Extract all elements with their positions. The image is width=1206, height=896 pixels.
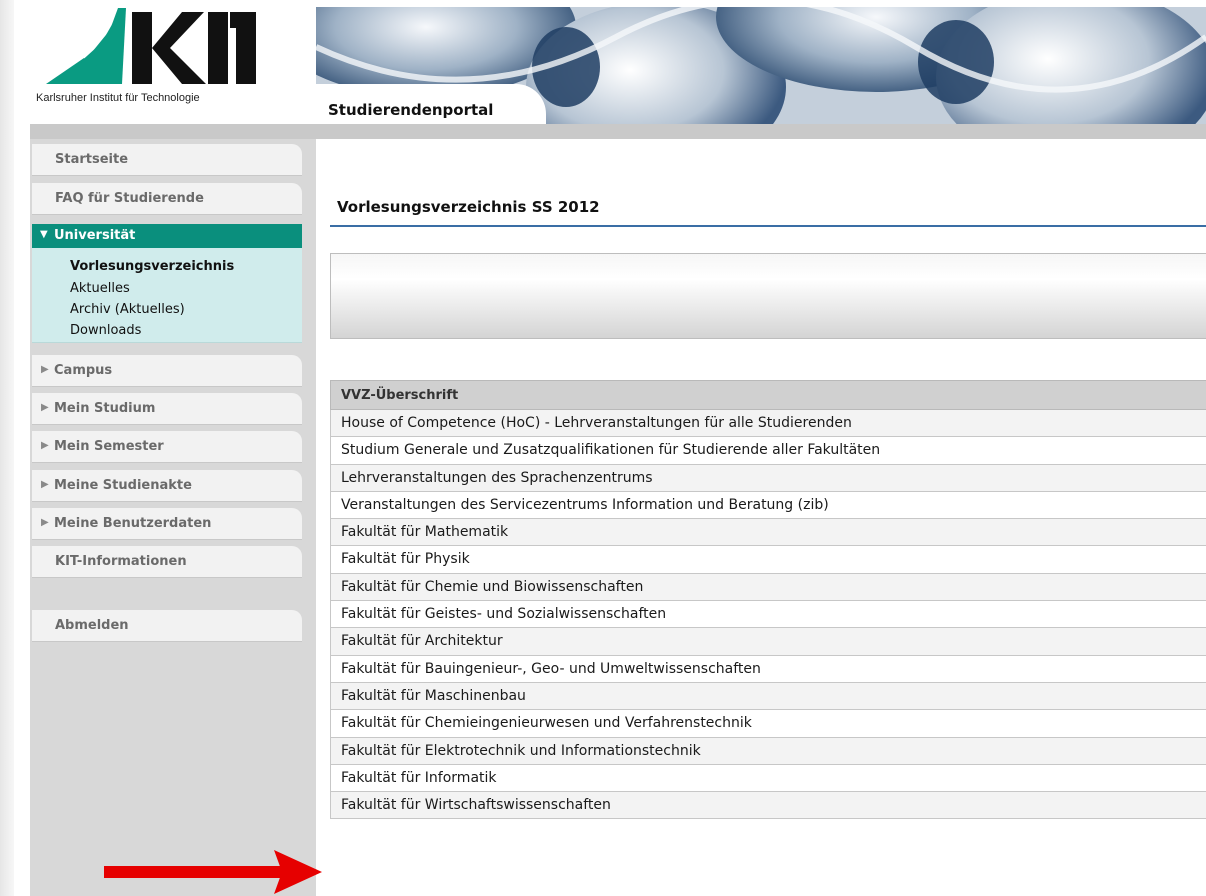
sidebar-section-universitaet[interactable]: ▼ Universität	[32, 224, 302, 248]
table-body: House of Competence (HoC) - Lehrveransta…	[330, 410, 1206, 820]
window-edge	[0, 0, 14, 896]
sidebar-item-label: Abmelden	[55, 618, 129, 633]
sidebar-item-startseite[interactable]: Startseite	[32, 144, 302, 176]
sidebar-section-label: Universität	[54, 228, 136, 243]
sidebar-item-mein-semester[interactable]: ▶ Mein Semester	[32, 431, 302, 463]
sidebar-item-label: Meine Studienakte	[54, 478, 192, 493]
table-cell-text: Studium Generale und Zusatzqualifikation…	[341, 442, 881, 459]
table-row[interactable]: Fakultät für Architektur	[330, 628, 1206, 656]
annotation-arrow-icon	[104, 850, 322, 894]
table-row[interactable]: Veranstaltungen des Servicezentrums Info…	[330, 491, 1206, 520]
table-row[interactable]: House of Competence (HoC) - Lehrveransta…	[330, 410, 1206, 438]
sidebar-subitem-archiv[interactable]: Archiv (Aktuelles)	[70, 302, 185, 317]
table-row[interactable]: Lehrveranstaltungen des Sprachenzentrums	[330, 464, 1206, 492]
table-header[interactable]: VVZ-Überschrift	[330, 380, 1206, 410]
chevron-right-icon: ▶	[41, 517, 49, 528]
table-row[interactable]: Fakultät für Physik	[330, 546, 1206, 574]
sidebar-item-campus[interactable]: ▶ Campus	[32, 355, 302, 387]
table-row[interactable]: Fakultät für Chemieingenieurwesen und Ve…	[330, 710, 1206, 738]
table-row[interactable]: Fakultät für Mathematik	[330, 519, 1206, 547]
sidebar-item-label: Startseite	[55, 152, 129, 167]
sidebar-item-kit-informationen[interactable]: KIT-Informationen	[32, 546, 302, 578]
table-cell-text: Lehrveranstaltungen des Sprachenzentrums	[341, 469, 653, 486]
sidebar-subitem-vorlesungsverzeichnis[interactable]: Vorlesungsverzeichnis	[70, 259, 234, 274]
sidebar-item-mein-studium[interactable]: ▶ Mein Studium	[32, 393, 302, 425]
header-divider	[30, 124, 1206, 139]
sidebar-item-benutzerdaten[interactable]: ▶ Meine Benutzerdaten	[32, 508, 302, 540]
sidebar-item-label: KIT-Informationen	[55, 554, 187, 569]
table-row[interactable]: Studium Generale und Zusatzqualifikation…	[330, 437, 1206, 465]
table-cell-text: Fakultät für Mathematik	[341, 524, 509, 541]
filter-panel	[330, 253, 1206, 339]
table-row[interactable]: Fakultät für Wirtschaftswissenschaften	[330, 792, 1206, 820]
sidebar-item-studienakte[interactable]: ▶ Meine Studienakte	[32, 470, 302, 502]
sidebar: Startseite FAQ für Studierende ▼ Univers…	[30, 139, 316, 896]
table-row[interactable]: Fakultät für Elektrotechnik und Informat…	[330, 737, 1206, 765]
table-cell-text: Veranstaltungen des Servicezentrums Info…	[341, 496, 829, 513]
column-header-vvz: VVZ-Überschrift	[341, 388, 459, 403]
table-row[interactable]: Fakultät für Geistes- und Sozialwissensc…	[330, 601, 1206, 629]
table-cell-text: Fakultät für Informatik	[341, 769, 497, 786]
kit-logo-mark	[46, 8, 256, 84]
chevron-right-icon: ▶	[41, 479, 49, 490]
sidebar-item-label: Campus	[54, 363, 113, 378]
table-cell-text: Fakultät für Elektrotechnik und Informat…	[341, 742, 701, 759]
table-cell-text: House of Competence (HoC) - Lehrveransta…	[341, 415, 852, 431]
table-cell-text: Fakultät für Chemieingenieurwesen und Ve…	[341, 715, 752, 732]
sidebar-item-faq[interactable]: FAQ für Studierende	[32, 183, 302, 215]
table-cell-text: Fakultät für Bauingenieur-, Geo- und Umw…	[341, 660, 761, 677]
chevron-right-icon: ▶	[41, 402, 49, 413]
logo-subtitle: Karlsruher Institut für Technologie	[36, 92, 200, 104]
table-cell-text: Fakultät für Maschinenbau	[341, 687, 526, 704]
table-cell-text: Fakultät für Geistes- und Sozialwissensc…	[341, 606, 667, 623]
table-cell-text: Fakultät für Architektur	[341, 633, 503, 650]
sidebar-submenu: Vorlesungsverzeichnis Aktuelles Archiv (…	[32, 248, 302, 343]
vvz-table: VVZ-Überschrift House of Competence (HoC…	[330, 380, 1206, 820]
portal-title-tab: Studierendenportal	[316, 84, 546, 124]
chevron-down-icon: ▼	[40, 229, 48, 240]
page-title: Vorlesungsverzeichnis SS 2012	[337, 198, 600, 216]
table-row[interactable]: Fakultät für Informatik	[330, 764, 1206, 793]
sidebar-item-label: Mein Studium	[54, 401, 156, 416]
sidebar-item-label: Mein Semester	[54, 439, 164, 454]
table-cell-text: Fakultät für Wirtschaftswissenschaften	[341, 797, 611, 814]
logout-button[interactable]: Abmelden	[32, 610, 302, 642]
table-cell-text: Fakultät für Chemie und Biowissenschafte…	[341, 578, 644, 595]
table-row[interactable]: Fakultät für Maschinenbau	[330, 682, 1206, 711]
chevron-right-icon: ▶	[41, 440, 49, 451]
table-row[interactable]: Fakultät für Bauingenieur-, Geo- und Umw…	[330, 655, 1206, 683]
chevron-right-icon: ▶	[41, 364, 49, 375]
sidebar-subitem-downloads[interactable]: Downloads	[70, 323, 141, 338]
sidebar-item-label: Meine Benutzerdaten	[54, 516, 212, 531]
title-divider	[330, 225, 1206, 227]
portal-title: Studierendenportal	[328, 101, 494, 119]
table-cell-text: Fakultät für Physik	[341, 551, 470, 568]
sidebar-subitem-aktuelles[interactable]: Aktuelles	[70, 281, 130, 296]
kit-logo[interactable]: Karlsruher Institut für Technologie	[30, 0, 320, 124]
table-row[interactable]: Fakultät für Chemie und Biowissenschafte…	[330, 573, 1206, 602]
sidebar-item-label: FAQ für Studierende	[55, 191, 204, 206]
